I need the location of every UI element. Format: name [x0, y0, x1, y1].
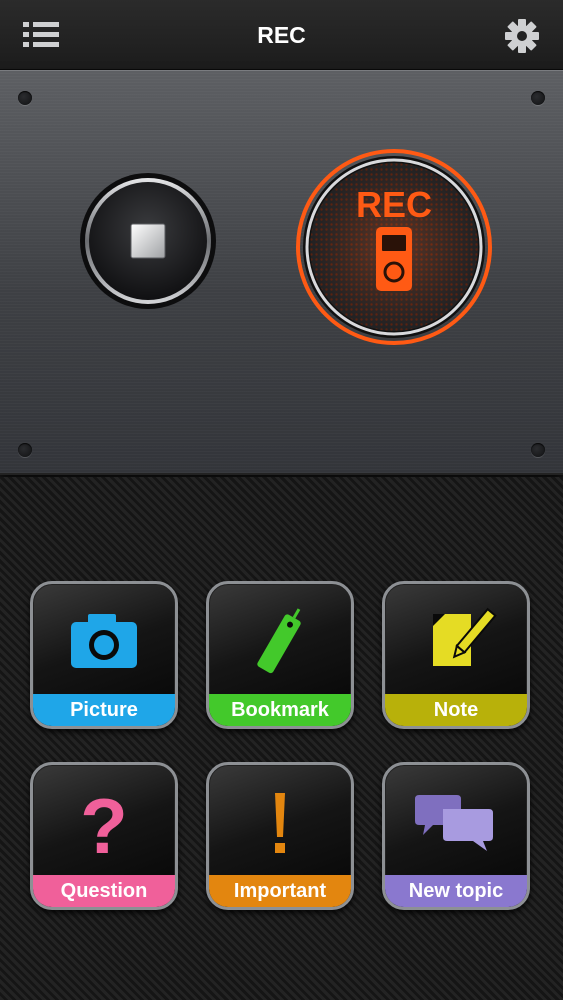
note-pencil-icon	[433, 607, 497, 666]
voice-recorder-icon	[376, 227, 412, 291]
panel-screw	[18, 443, 32, 457]
important-button[interactable]: Important	[206, 762, 354, 910]
exclamation-icon	[275, 793, 285, 853]
tile-label: Picture	[33, 694, 175, 726]
new-topic-button[interactable]: New topic	[382, 762, 530, 910]
question-button[interactable]: ? Question	[30, 762, 178, 910]
recorder-panel: REC	[0, 70, 563, 475]
tile-label: Bookmark	[209, 694, 351, 726]
panel-screw	[531, 91, 545, 105]
camera-icon	[71, 614, 137, 668]
panel-screw	[531, 443, 545, 457]
tile-label: Important	[209, 875, 351, 907]
top-bar: REC	[0, 0, 563, 70]
picture-button[interactable]: Picture	[30, 581, 178, 729]
rec-label: REC	[356, 184, 432, 225]
chat-bubbles-icon	[415, 795, 493, 851]
tile-label: New topic	[385, 875, 527, 907]
page-title: REC	[257, 22, 306, 48]
record-button[interactable]: REC	[294, 147, 494, 347]
stop-icon	[130, 223, 166, 259]
bookmark-tag-icon	[257, 608, 301, 674]
settings-button[interactable]	[500, 14, 544, 58]
tile-label: Question	[33, 875, 175, 907]
stop-button[interactable]	[78, 171, 218, 311]
question-mark-icon: ?	[80, 782, 128, 870]
tile-label: Note	[385, 694, 527, 726]
gear-icon	[505, 19, 539, 53]
bookmark-button[interactable]: Bookmark	[206, 581, 354, 729]
panel-screw	[18, 91, 32, 105]
action-area	[0, 477, 563, 1000]
svg-text:?: ?	[80, 782, 128, 870]
note-button[interactable]: Note	[382, 581, 530, 729]
